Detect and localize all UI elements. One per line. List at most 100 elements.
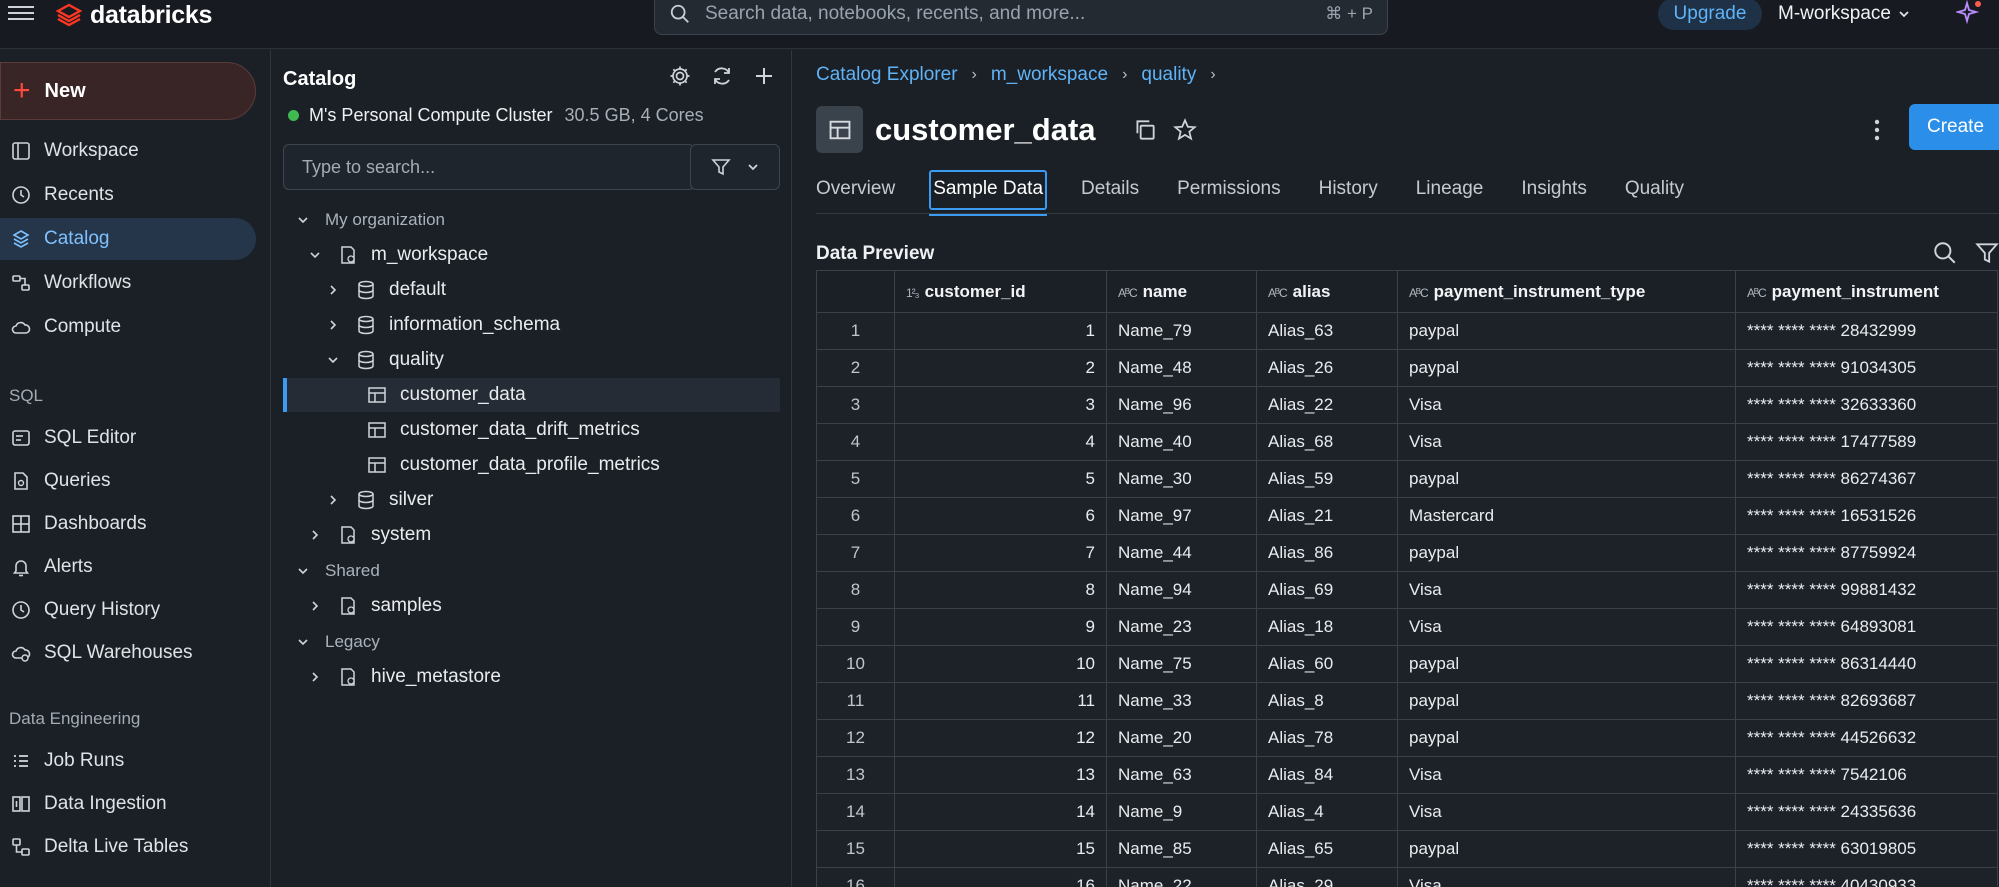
nav-workflows[interactable]: Workflows — [0, 262, 256, 304]
nav-data-ingestion[interactable]: Data Ingestion — [0, 783, 256, 825]
table-cell[interactable]: 9 — [894, 608, 1107, 646]
tree-group-legacy[interactable]: Legacy — [283, 625, 780, 659]
table-cell[interactable]: Name_33 — [1106, 682, 1257, 720]
table-row[interactable]: 14 14 Name_9 Alias_4 Visa **** **** **** 2433… — [816, 793, 1998, 831]
tab-sample-data[interactable]: Sample Data — [929, 170, 1048, 216]
breadcrumb-catalog-explorer[interactable]: Catalog Explorer — [816, 64, 958, 86]
table-cell[interactable]: 2 — [894, 349, 1107, 387]
table-cell[interactable]: 15 — [816, 830, 895, 868]
table-row[interactable]: 4 4 Name_40 Alias_68 Visa **** **** **** 1747… — [816, 423, 1998, 461]
tree-catalog-hive-metastore[interactable]: hive_metastore — [283, 660, 780, 694]
catalog-filter-button[interactable] — [690, 144, 780, 190]
table-cell[interactable]: Name_63 — [1106, 756, 1257, 794]
gear-icon[interactable] — [668, 64, 692, 88]
nav-sql-editor[interactable]: SQL Editor — [0, 417, 256, 459]
table-cell[interactable]: 7 — [816, 534, 895, 572]
table-cell[interactable]: paypal — [1397, 719, 1736, 757]
table-cell[interactable]: 8 — [894, 571, 1107, 609]
table-cell[interactable]: **** **** **** 64893081 — [1735, 608, 1998, 646]
table-row[interactable]: 1 1 Name_79 Alias_63 paypal **** **** **** 28… — [816, 312, 1998, 350]
table-cell[interactable]: 10 — [894, 645, 1107, 683]
table-cell[interactable]: 9 — [816, 608, 895, 646]
refresh-icon[interactable] — [710, 64, 734, 88]
table-cell[interactable]: 13 — [894, 756, 1107, 794]
table-row[interactable]: 7 7 Name_44 Alias_86 paypal **** **** **** 87… — [816, 534, 1998, 572]
tab-details[interactable]: Details — [1081, 170, 1139, 210]
global-search[interactable]: Search data, notebooks, recents, and mor… — [654, 0, 1388, 35]
table-cell[interactable]: 2 — [816, 349, 895, 387]
table-cell[interactable]: 16 — [894, 867, 1107, 887]
column-header-customer-id[interactable]: 1²₃ customer_id — [894, 270, 1107, 313]
workspace-switcher[interactable]: M-workspace — [1778, 0, 1911, 28]
nav-delta-live-tables[interactable]: Delta Live Tables — [0, 826, 256, 868]
table-cell[interactable]: Alias_29 — [1256, 867, 1398, 887]
column-header-payment-instrument[interactable]: AᴮC payment_instrument — [1735, 270, 1998, 313]
table-cell[interactable]: **** **** **** 40430933 — [1735, 867, 1998, 887]
column-header-name[interactable]: AᴮC name — [1106, 270, 1257, 313]
search-icon[interactable] — [1932, 240, 1958, 266]
table-cell[interactable]: Name_94 — [1106, 571, 1257, 609]
cluster-status[interactable]: M's Personal Compute Cluster 30.5 GB, 4 … — [288, 105, 704, 126]
table-row[interactable]: 9 9 Name_23 Alias_18 Visa **** **** **** 6489… — [816, 608, 1998, 646]
breadcrumb-m-workspace[interactable]: m_workspace — [991, 64, 1108, 86]
table-cell[interactable]: Alias_65 — [1256, 830, 1398, 868]
table-cell[interactable]: Visa — [1397, 867, 1736, 887]
table-cell[interactable]: Name_75 — [1106, 645, 1257, 683]
table-cell[interactable]: Alias_21 — [1256, 497, 1398, 535]
table-cell[interactable]: Alias_78 — [1256, 719, 1398, 757]
table-cell[interactable]: 13 — [816, 756, 895, 794]
table-cell[interactable]: paypal — [1397, 312, 1736, 350]
table-cell[interactable]: 11 — [816, 682, 895, 720]
nav-recents[interactable]: Recents — [0, 174, 256, 216]
table-cell[interactable]: Alias_63 — [1256, 312, 1398, 350]
table-cell[interactable]: 8 — [816, 571, 895, 609]
table-row[interactable]: 15 15 Name_85 Alias_65 paypal **** **** **** … — [816, 830, 1998, 868]
table-row[interactable]: 5 5 Name_30 Alias_59 paypal **** **** **** 86… — [816, 460, 1998, 498]
catalog-search-input[interactable]: Type to search... — [283, 144, 695, 190]
star-icon[interactable] — [1172, 117, 1198, 143]
column-header-payment-instrument-type[interactable]: AᴮC payment_instrument_type — [1397, 270, 1736, 313]
tree-group-shared[interactable]: Shared — [283, 554, 780, 588]
nav-compute[interactable]: Compute — [0, 306, 256, 348]
tab-lineage[interactable]: Lineage — [1416, 170, 1484, 210]
table-cell[interactable]: Alias_18 — [1256, 608, 1398, 646]
table-cell[interactable]: Alias_26 — [1256, 349, 1398, 387]
table-cell[interactable]: 7 — [894, 534, 1107, 572]
table-cell[interactable]: 3 — [816, 386, 895, 424]
table-cell[interactable]: Name_9 — [1106, 793, 1257, 831]
table-cell[interactable]: 4 — [894, 423, 1107, 461]
table-cell[interactable]: **** **** **** 32633360 — [1735, 386, 1998, 424]
column-header-alias[interactable]: AᴮC alias — [1256, 270, 1398, 313]
table-cell[interactable]: Alias_22 — [1256, 386, 1398, 424]
table-cell[interactable]: Name_44 — [1106, 534, 1257, 572]
table-cell[interactable]: **** **** **** 17477589 — [1735, 423, 1998, 461]
nav-sql-warehouses[interactable]: SQL Warehouses — [0, 632, 256, 674]
table-cell[interactable]: Name_23 — [1106, 608, 1257, 646]
table-cell[interactable]: 6 — [894, 497, 1107, 535]
table-cell[interactable]: **** **** **** 99881432 — [1735, 571, 1998, 609]
table-cell[interactable]: **** **** **** 7542106 — [1735, 756, 1998, 794]
table-cell[interactable]: Name_97 — [1106, 497, 1257, 535]
table-cell[interactable]: Alias_84 — [1256, 756, 1398, 794]
tree-group-my-organization[interactable]: My organization — [283, 203, 780, 237]
tree-schema-default[interactable]: default — [283, 273, 780, 307]
tree-catalog-m-workspace[interactable]: m_workspace — [283, 238, 780, 272]
table-row[interactable]: 11 11 Name_33 Alias_8 paypal **** **** **** 8… — [816, 682, 1998, 720]
table-cell[interactable]: **** **** **** 87759924 — [1735, 534, 1998, 572]
table-cell[interactable]: Mastercard — [1397, 497, 1736, 535]
table-cell[interactable]: 10 — [816, 645, 895, 683]
table-cell[interactable]: Name_48 — [1106, 349, 1257, 387]
table-cell[interactable]: Name_85 — [1106, 830, 1257, 868]
table-cell[interactable]: Alias_86 — [1256, 534, 1398, 572]
table-cell[interactable]: 11 — [894, 682, 1107, 720]
table-cell[interactable]: 14 — [894, 793, 1107, 831]
table-cell[interactable]: 1 — [816, 312, 895, 350]
table-cell[interactable]: Alias_8 — [1256, 682, 1398, 720]
table-row[interactable]: 6 6 Name_97 Alias_21 Mastercard **** **** ***… — [816, 497, 1998, 535]
table-cell[interactable]: **** **** **** 86274367 — [1735, 460, 1998, 498]
nav-queries[interactable]: Queries — [0, 460, 256, 502]
table-cell[interactable]: Name_40 — [1106, 423, 1257, 461]
assistant-sparkle-icon[interactable] — [1956, 0, 1982, 26]
filter-icon[interactable] — [1974, 240, 1999, 266]
upgrade-button[interactable]: Upgrade — [1658, 0, 1762, 30]
